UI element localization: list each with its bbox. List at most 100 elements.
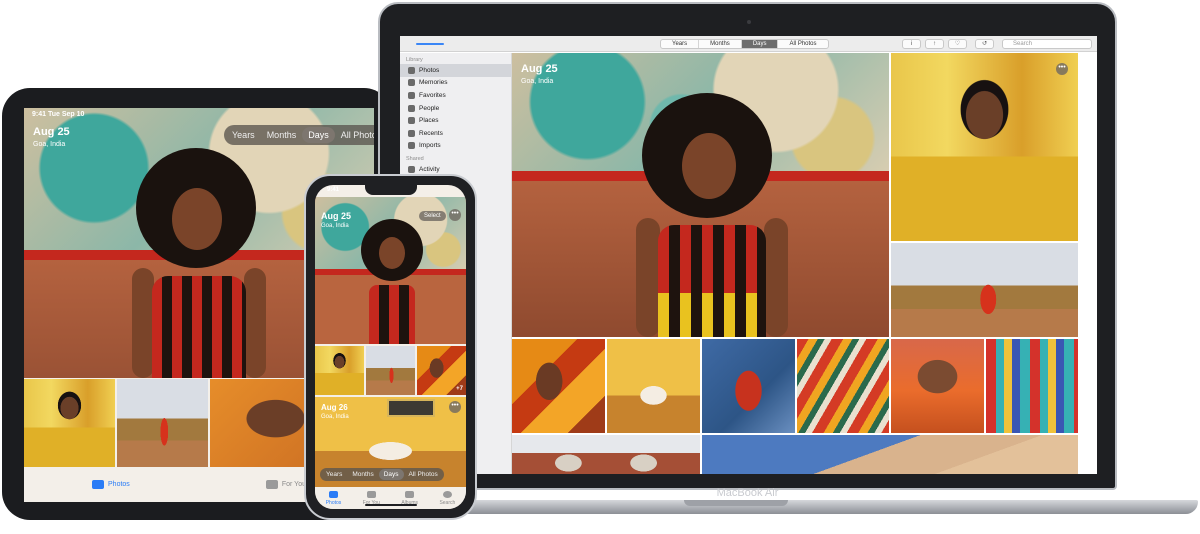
mac-view-switcher: Years Months Days All Photos — [660, 39, 829, 49]
iphone-view-switcher: Years Months Days All Photos — [320, 468, 444, 481]
iphone-tabbar-label: Search — [439, 499, 456, 506]
mac-photo-cloth[interactable] — [797, 339, 889, 433]
sidebar-item-label: Imports — [419, 142, 441, 150]
camera-icon — [747, 20, 751, 24]
ipad-tabbar-photos-label: Photos — [108, 481, 130, 488]
ipad-tab-years[interactable]: Years — [226, 127, 261, 143]
iphone-tabbar-search[interactable]: Search — [439, 490, 456, 506]
home-indicator — [365, 504, 417, 506]
sidebar-heading-shared: Shared — [406, 156, 424, 163]
import-icon — [408, 142, 415, 150]
sidebar-item-places[interactable]: Places — [400, 114, 511, 127]
sidebar-item-recents[interactable]: Recents — [400, 127, 511, 140]
mac-more-button[interactable]: ••• — [1056, 63, 1068, 75]
window-frame — [387, 399, 435, 417]
iphone-group2-date: Aug 26 — [321, 403, 348, 412]
rotate-icon: ↺ — [981, 41, 988, 47]
iphone-tab-all-photos[interactable]: All Photos — [404, 469, 443, 480]
select-button[interactable]: Select — [419, 211, 446, 221]
ipad-view-switcher: Years Months Days All Photos — [224, 125, 374, 145]
mac-photo-scarf[interactable] — [512, 339, 605, 433]
sidebar-item-people[interactable]: People — [400, 102, 511, 115]
mac-photo-dance[interactable] — [607, 339, 700, 433]
mac-tab-months[interactable]: Months — [699, 40, 742, 48]
sidebar-item-photos[interactable]: Photos — [400, 64, 511, 77]
mac-photo-mosque[interactable] — [512, 435, 700, 474]
ipad-tabbar-for-you[interactable]: For You — [265, 480, 306, 489]
ipad-tab-days[interactable]: Days — [302, 127, 335, 143]
sidebar-item-label: Memories — [419, 79, 448, 87]
iphone-tab-months[interactable]: Months — [347, 469, 378, 480]
mac-photo-walk[interactable] — [891, 243, 1078, 337]
mac-tab-days[interactable]: Days — [741, 40, 779, 48]
ipad-tabbar-photos[interactable]: Photos — [92, 480, 130, 489]
mac-photo-man[interactable] — [891, 53, 1078, 241]
mac-photo-laundry[interactable] — [986, 339, 1078, 433]
info-icon: i — [910, 41, 913, 47]
search-icon — [442, 490, 452, 498]
ipad-photo-place: Goa, India — [33, 141, 66, 148]
iphone-status-time: 9:41 — [327, 187, 340, 193]
iphone-thumb-walk[interactable] — [366, 346, 415, 395]
photos-icon — [328, 490, 338, 498]
favorite-button[interactable]: ♡ — [948, 39, 967, 49]
iphone-group2-more-button[interactable]: ••• — [449, 401, 461, 413]
for-you-icon — [265, 480, 278, 489]
sidebar-item-label: People — [419, 104, 440, 112]
iphone-tab-years[interactable]: Years — [321, 469, 347, 480]
iphone-thumb-man[interactable] — [315, 346, 364, 395]
sidebar-item-favorites[interactable]: Favorites — [400, 89, 511, 102]
mac-toolbar: Years Months Days All Photos i ↑ ♡ ↺ Sea… — [400, 36, 1097, 52]
woman-figure — [124, 148, 274, 378]
iphone-screen: 9:41 Aug 25 Goa, India Select ••• +7 Aug… — [315, 185, 466, 509]
memories-icon — [408, 79, 415, 87]
sidebar-item-label: Activity — [419, 165, 440, 173]
person-icon — [408, 104, 415, 112]
zoom-slider[interactable] — [416, 43, 444, 45]
share-icon: ↑ — [933, 41, 936, 47]
woman-figure — [357, 219, 427, 344]
sidebar-item-memories[interactable]: Memories — [400, 77, 511, 90]
woman-figure — [632, 93, 792, 337]
rotate-button[interactable]: ↺ — [975, 39, 994, 49]
mac-tab-all-photos[interactable]: All Photos — [778, 40, 827, 48]
iphone-more-button[interactable]: ••• — [449, 209, 461, 221]
sidebar-item-imports[interactable]: Imports — [400, 140, 511, 153]
iphone-tab-days[interactable]: Days — [378, 469, 404, 480]
ipad-tab-all-photos[interactable]: All Photos — [335, 127, 374, 143]
mac-tab-years[interactable]: Years — [661, 40, 700, 48]
iphone-group2-place: Goa, India — [321, 414, 349, 420]
iphone-device: 9:41 Aug 25 Goa, India Select ••• +7 Aug… — [304, 174, 477, 520]
mac-photo-grid: Aug 25 Goa, India ••• — [512, 53, 1097, 474]
pin-icon — [408, 117, 415, 125]
ipad-thumb-walk[interactable] — [117, 379, 208, 467]
ipad-tabbar-for-you-label: For You — [281, 481, 306, 488]
share-button[interactable]: ↑ — [925, 39, 944, 49]
mac-photo-red-sari[interactable] — [702, 339, 795, 433]
mac-photo-place: Goa, India — [521, 78, 554, 85]
ipad-status-time: 9:41 Tue Sep 10 — [32, 111, 85, 118]
ipad-thumb-man[interactable] — [24, 379, 115, 467]
ipad-photo-date: Aug 25 — [33, 126, 70, 138]
iphone-tabbar-photos[interactable]: Photos — [325, 490, 342, 506]
cloud-icon — [408, 165, 415, 173]
info-button[interactable]: i — [902, 39, 921, 49]
photos-icon — [408, 66, 415, 74]
search-input[interactable]: Search — [1002, 39, 1092, 49]
macbook-hinge-notch — [684, 500, 788, 506]
macbook-screen: Years Months Days All Photos i ↑ ♡ ↺ Sea… — [400, 36, 1097, 474]
sidebar-heading-library: Library — [406, 57, 423, 63]
mac-photo-dunes[interactable] — [702, 435, 1078, 474]
heart-icon — [408, 91, 415, 99]
mac-photo-feet[interactable] — [891, 339, 984, 433]
albums-icon — [405, 490, 415, 498]
heart-icon: ♡ — [954, 41, 961, 47]
macbook-lid: Years Months Days All Photos i ↑ ♡ ↺ Sea… — [378, 2, 1117, 499]
iphone-tabbar-label: Photos — [325, 499, 342, 506]
mac-hero-photo[interactable]: Aug 25 Goa, India — [512, 53, 889, 337]
ipad-tab-months[interactable]: Months — [261, 127, 303, 143]
photos-icon — [92, 480, 105, 489]
iphone-thumb-scarf[interactable]: +7 — [417, 346, 466, 395]
iphone-group1-place: Goa, India — [321, 223, 349, 229]
sidebar-item-label: Recents — [419, 129, 443, 137]
